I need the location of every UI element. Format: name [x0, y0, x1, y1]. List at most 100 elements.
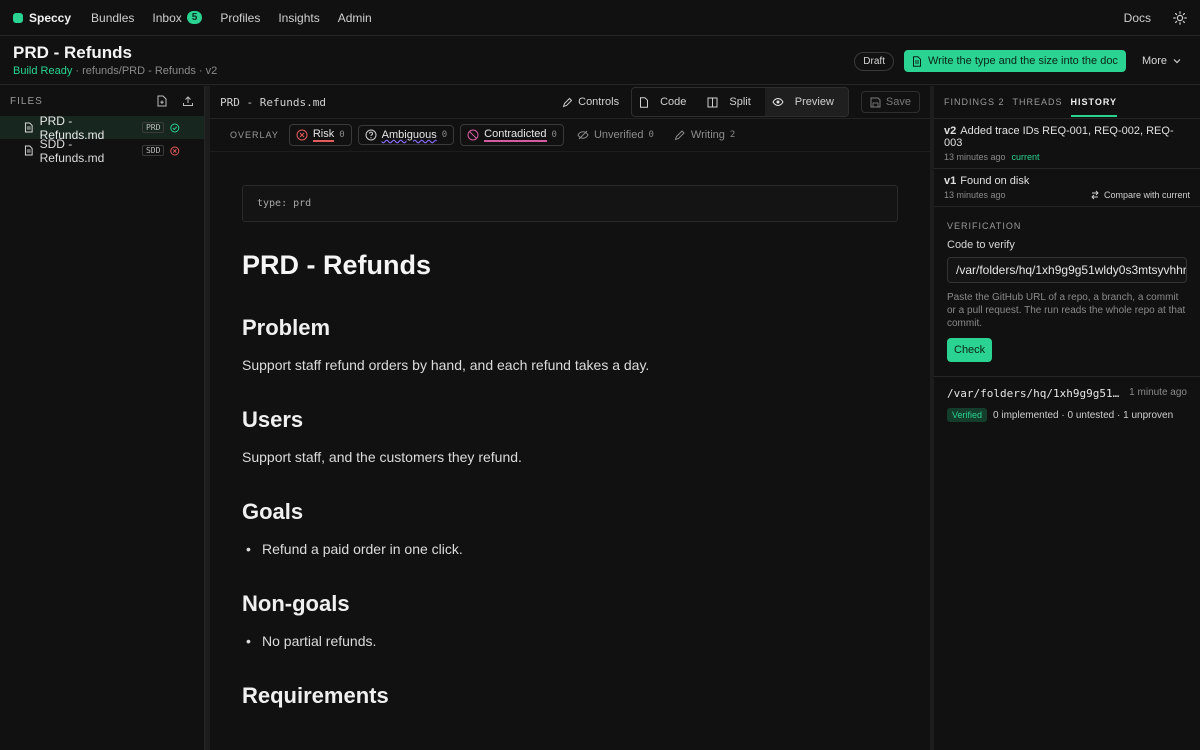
overlay-risk-label: Risk — [312, 128, 335, 142]
overlay-writing-label: Writing — [690, 129, 725, 141]
run-time: 1 minute ago — [1129, 387, 1187, 398]
version-time: 13 minutes ago — [944, 152, 1006, 162]
check-circle-icon — [170, 122, 180, 133]
compare-with-current-button[interactable]: Compare with current — [1090, 190, 1190, 200]
upload-icon[interactable] — [182, 95, 194, 107]
verified-badge: Verified — [947, 408, 988, 422]
overlay-contradicted-label: Contradicted — [484, 128, 547, 142]
brand-logo[interactable]: Speccy — [13, 11, 71, 25]
editor-pane: PRD - Refunds.md Controls Code Split Pre… — [210, 86, 930, 750]
overlay-writing-count: 2 — [729, 130, 736, 140]
section-heading-problem: Problem — [242, 315, 331, 340]
tab-history[interactable]: HISTORY — [1070, 87, 1118, 117]
file-name: SDD - Refunds.md — [39, 136, 105, 165]
check-button[interactable]: Check — [947, 338, 993, 362]
history-item-v1[interactable]: v1 Found on disk 13 minutes ago Compare w… — [934, 169, 1200, 207]
overlay-risk-toggle[interactable]: Risk 0 — [288, 124, 352, 146]
risk-x-circle-icon — [296, 129, 308, 141]
overlay-unverified-toggle[interactable]: Unverified 0 — [570, 125, 661, 145]
code-to-verify-label: Code to verify — [947, 239, 1015, 251]
editor-filename: PRD - Refunds.md — [220, 95, 326, 109]
save-label: Save — [885, 96, 911, 108]
pencil-icon — [562, 97, 573, 107]
draft-badge: Draft — [854, 51, 894, 71]
nav-inbox[interactable]: Inbox 5 — [152, 10, 203, 25]
overlay-ambiguous-toggle[interactable]: Ambiguous 0 — [357, 125, 455, 145]
theme-toggle-sun-icon[interactable] — [1173, 10, 1187, 25]
doc-heading: PRD - Refunds — [242, 250, 431, 280]
verification-section: VERIFICATION Code to verify /var/folders… — [934, 207, 1200, 377]
save-icon — [870, 97, 881, 107]
version-message: Added trace IDs REQ-001, REQ-002, REQ-00… — [944, 125, 1174, 149]
overlay-ambiguous-count: 0 — [441, 130, 448, 140]
eye-icon — [772, 97, 784, 107]
brand-name: Speccy — [29, 10, 72, 25]
version-time: 13 minutes ago — [944, 190, 1006, 200]
section-heading-goals: Goals — [242, 499, 304, 524]
split-columns-icon — [707, 97, 718, 107]
files-sidebar: FILES PRD - Refunds.md PRD SDD - Refunds… — [0, 86, 205, 750]
file-type-tag: SDD — [141, 145, 165, 156]
file-type-tag: PRD — [141, 122, 165, 133]
version-label: v1 — [944, 175, 957, 187]
file-item-sdd[interactable]: SDD - Refunds.md SDD — [0, 136, 204, 165]
overlay-ambiguous-label: Ambiguous — [381, 129, 437, 141]
code-to-verify-input[interactable]: /var/folders/hq/1xh9g9g51wldy0s3mtsyvhhr — [947, 257, 1187, 283]
nav-bundles[interactable]: Bundles — [91, 11, 134, 25]
overlay-unverified-label: Unverified — [593, 129, 644, 141]
nav-profiles[interactable]: Profiles — [220, 11, 260, 25]
view-mode-switcher: Code Split Preview — [631, 87, 849, 117]
new-file-icon[interactable] — [156, 95, 168, 107]
section-text-users: Support staff, and the customers they re… — [242, 449, 522, 465]
section-heading-non-goals: Non-goals — [242, 591, 350, 616]
nav-admin[interactable]: Admin — [338, 11, 372, 25]
write-type-size-button[interactable]: Write the type and the size into the doc — [903, 50, 1126, 72]
overlay-unverified-count: 0 — [648, 130, 654, 140]
current-tag: current — [1011, 152, 1040, 162]
overlay-risk-count: 0 — [339, 130, 345, 140]
overlay-writing-toggle[interactable]: Writing 2 — [667, 125, 742, 145]
run-path: /var/folders/hq/1xh9g9g51wldy0s3mtsyvhhr — [947, 387, 1122, 400]
section-heading-users: Users — [242, 407, 304, 432]
version-message: Found on disk — [960, 175, 1030, 187]
nav-insights[interactable]: Insights — [278, 11, 319, 25]
list-item: No partial refunds. — [242, 633, 898, 649]
more-menu-button[interactable]: More — [1136, 55, 1187, 67]
brand-icon — [13, 12, 23, 23]
preview-view-button[interactable]: Preview — [764, 88, 848, 116]
compare-label: Compare with current — [1103, 190, 1190, 200]
controls-button[interactable]: Controls — [562, 96, 619, 108]
tab-findings[interactable]: FINDINGS 2 — [944, 97, 1005, 107]
chevron-down-icon — [1173, 59, 1181, 64]
more-label: More — [1141, 55, 1167, 67]
file-icon — [24, 145, 33, 156]
build-status: Build Ready — [13, 65, 73, 77]
nav-docs[interactable]: Docs — [1124, 11, 1151, 25]
doc-path: · refunds/PRD - Refunds · v2 — [72, 65, 218, 77]
version-label: v2 — [944, 125, 957, 137]
file-code-icon — [640, 96, 649, 108]
split-view-button[interactable]: Split — [700, 88, 764, 116]
ban-icon — [467, 129, 479, 141]
verification-title: VERIFICATION — [947, 221, 1022, 231]
document-preview: type: prd PRD - Refunds Problem Support … — [210, 152, 930, 709]
history-item-v2[interactable]: v2 Added trace IDs REQ-001, REQ-002, REQ-… — [934, 119, 1200, 169]
pencil-icon — [674, 130, 685, 141]
tab-threads[interactable]: THREADS — [1013, 97, 1063, 107]
save-button[interactable]: Save — [860, 91, 920, 113]
split-label: Split — [729, 96, 751, 108]
document-header: PRD - Refunds Build Ready · refunds/PRD … — [0, 37, 1200, 85]
eye-off-icon — [577, 130, 589, 140]
verification-run-item[interactable]: /var/folders/hq/1xh9g9g51wldy0s3mtsyvhhr… — [934, 377, 1200, 432]
overlay-filter-bar: OVERLAY Risk 0 Ambiguous 0 Contradicted — [210, 119, 930, 152]
inbox-count-badge: 5 — [186, 11, 203, 24]
section-text-problem: Support staff refund orders by hand, and… — [242, 357, 650, 373]
compare-arrows-icon — [1091, 190, 1099, 200]
overlay-contradicted-toggle[interactable]: Contradicted 0 — [460, 124, 564, 146]
code-label: Code — [660, 96, 687, 108]
document-icon — [912, 55, 921, 67]
error-circle-icon — [170, 145, 180, 156]
nav-inbox-label: Inbox — [152, 10, 182, 25]
right-panel: FINDINGS 2 THREADS HISTORY v2 Added trace… — [934, 86, 1200, 750]
code-view-button[interactable]: Code — [632, 88, 700, 116]
